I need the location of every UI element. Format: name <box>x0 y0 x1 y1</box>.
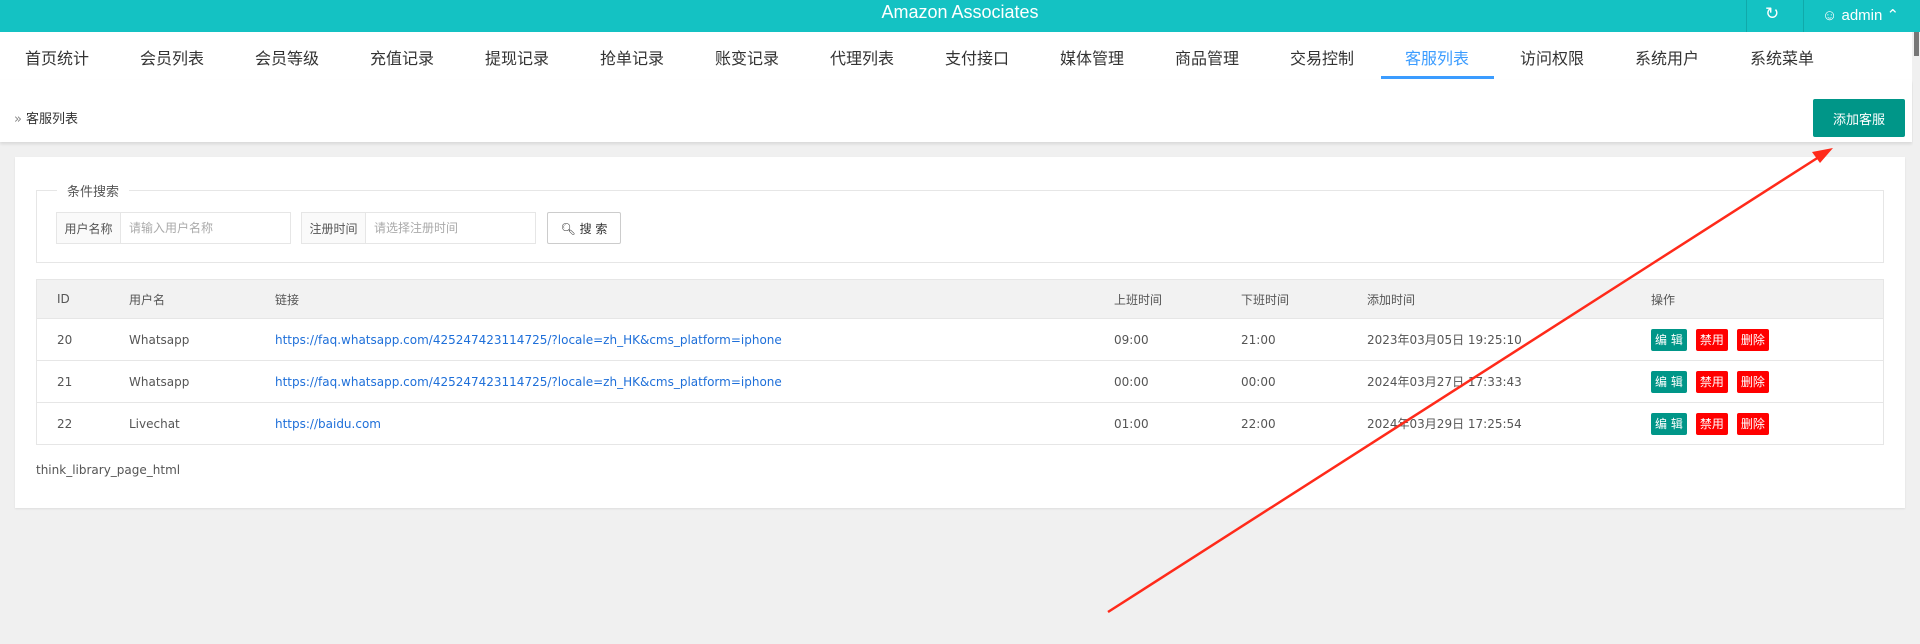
username: admin <box>1841 7 1883 24</box>
app-title: Amazon Associates <box>881 2 1039 22</box>
tab-12[interactable]: 客服列表 <box>1405 45 1469 69</box>
table-row: 20 Whatsapp https://faq.whatsapp.com/42524… <box>37 319 1883 361</box>
column-header: 上班时间 <box>1114 292 1163 307</box>
user-icon: ☺ <box>1822 7 1838 24</box>
edit-button[interactable]: 编 辑 <box>1651 412 1687 435</box>
cell-added: 2024年03月29日 17:25:54 <box>1367 417 1522 431</box>
pagination-placeholder: think_library_page_html <box>36 463 181 477</box>
column-header: 操作 <box>1651 292 1676 307</box>
breadcrumb-current: 客服列表 <box>25 112 78 127</box>
disable-button[interactable]: 禁用 <box>1695 370 1728 393</box>
edit-button[interactable]: 编 辑 <box>1651 370 1687 393</box>
column-header: 添加时间 <box>1367 292 1416 307</box>
tab-8[interactable]: 支付接口 <box>945 45 1009 69</box>
delete-button[interactable]: 删除 <box>1736 370 1769 393</box>
tab-0[interactable]: 首页统计 <box>25 45 89 69</box>
link[interactable]: https://baidu.com <box>275 417 381 431</box>
tab-4[interactable]: 提现记录 <box>485 45 549 69</box>
delete-button[interactable]: 删除 <box>1736 412 1769 435</box>
tab-6[interactable]: 账变记录 <box>715 45 779 69</box>
scrollbar[interactable] <box>1913 32 1920 644</box>
cell-name: Whatsapp <box>129 374 190 389</box>
cell-actions: 编 辑禁用 删除 <box>1651 319 1778 360</box>
search-icon: 🔍︎ <box>560 221 576 236</box>
cell-actions: 编 辑禁用 删除 <box>1651 361 1778 402</box>
refresh-icon[interactable]: ↻ <box>1765 4 1779 24</box>
double-chevron-icon: » <box>14 112 22 127</box>
scrollbar-thumb[interactable] <box>1914 32 1919 56</box>
disable-button[interactable]: 禁用 <box>1695 328 1728 351</box>
column-header: 用户名 <box>129 292 166 307</box>
delete-button[interactable]: 删除 <box>1736 328 1769 351</box>
breadcrumb-bar: » 客服列表 添加客服 <box>0 80 1912 142</box>
service-table: ID 用户名 链接 上班时间 下班时间 添加时间 操作 20 Whatsapp https://f… <box>36 279 1884 445</box>
tab-9[interactable]: 媒体管理 <box>1060 45 1124 69</box>
column-header: 下班时间 <box>1241 292 1290 307</box>
username-input[interactable] <box>121 213 290 243</box>
table-header-row: ID 用户名 链接 上班时间 下班时间 添加时间 操作 <box>37 280 1883 319</box>
tab-13[interactable]: 访问权限 <box>1520 45 1584 69</box>
cell-start: 00:00 <box>1114 374 1149 389</box>
regtime-input[interactable] <box>366 213 535 243</box>
cell-added: 2024年03月27日 17:33:43 <box>1367 375 1522 389</box>
user-menu[interactable]: ☺ admin ⌃ <box>1822 6 1899 24</box>
cell-end: 22:00 <box>1241 416 1276 431</box>
cell-start: 09:00 <box>1114 332 1149 347</box>
link[interactable]: https://faq.whatsapp.com/425247423114725… <box>275 375 782 389</box>
cell-id: 20 <box>57 332 73 347</box>
tab-5[interactable]: 抢单记录 <box>600 45 664 69</box>
table-row: 21 Whatsapp https://faq.whatsapp.com/42524… <box>37 361 1883 403</box>
username-group: 用户名称 <box>56 212 291 244</box>
divider <box>1803 0 1804 32</box>
cell-end: 00:00 <box>1241 374 1276 389</box>
search-button-label: 搜 索 <box>579 221 608 236</box>
tab-10[interactable]: 商品管理 <box>1175 45 1239 69</box>
active-tab-underline <box>1381 76 1494 79</box>
tab-1[interactable]: 会员列表 <box>140 45 204 69</box>
tab-2[interactable]: 会员等级 <box>255 45 319 69</box>
disable-button[interactable]: 禁用 <box>1695 412 1728 435</box>
cell-id: 21 <box>57 374 73 389</box>
top-bar: Amazon Associates ↻ ☺ admin ⌃ <box>0 0 1920 32</box>
username-label: 用户名称 <box>57 213 121 243</box>
regtime-label: 注册时间 <box>302 213 366 243</box>
cell-link: https://faq.whatsapp.com/425247423114725… <box>275 319 782 360</box>
cell-name: Whatsapp <box>129 332 190 347</box>
cell-actions: 编 辑禁用 删除 <box>1651 403 1778 444</box>
breadcrumb: » 客服列表 <box>14 108 78 127</box>
content-card: 条件搜索 用户名称 注册时间 🔍︎ 搜 索 ID 用户名 链接 上班时间 下班时间 添加时… <box>15 157 1905 508</box>
regtime-group: 注册时间 <box>301 212 536 244</box>
chevron-up-icon: ⌃ <box>1886 7 1900 24</box>
divider <box>1746 0 1747 32</box>
main-nav: 首页统计 会员列表 会员等级 充值记录 提现记录 抢单记录 账变记录 代理列表 支付接口 媒体管理… <box>0 32 1912 80</box>
edit-button[interactable]: 编 辑 <box>1651 328 1687 351</box>
cell-added: 2023年03月05日 19:25:10 <box>1367 333 1522 347</box>
search-button[interactable]: 🔍︎ 搜 索 <box>547 212 621 244</box>
column-header: ID <box>57 292 70 306</box>
tab-7[interactable]: 代理列表 <box>830 45 894 69</box>
column-header: 链接 <box>275 292 300 307</box>
link[interactable]: https://faq.whatsapp.com/425247423114725… <box>275 333 782 347</box>
cell-name: Livechat <box>129 416 180 431</box>
cell-link: https://faq.whatsapp.com/425247423114725… <box>275 361 782 402</box>
cell-id: 22 <box>57 416 73 431</box>
tab-11[interactable]: 交易控制 <box>1290 45 1354 69</box>
cell-end: 21:00 <box>1241 332 1276 347</box>
tab-14[interactable]: 系统用户 <box>1635 45 1699 69</box>
search-fieldset: 条件搜索 用户名称 注册时间 🔍︎ 搜 索 <box>36 181 1884 263</box>
cell-link: https://baidu.com <box>275 403 381 444</box>
add-service-button[interactable]: 添加客服 <box>1813 99 1905 137</box>
tab-3[interactable]: 充值记录 <box>370 45 434 69</box>
tab-15[interactable]: 系统菜单 <box>1750 45 1814 69</box>
table-row: 22 Livechat https://baidu.com 01:00 22:00 202… <box>37 403 1883 445</box>
search-legend: 条件搜索 <box>57 181 130 200</box>
cell-start: 01:00 <box>1114 416 1149 431</box>
